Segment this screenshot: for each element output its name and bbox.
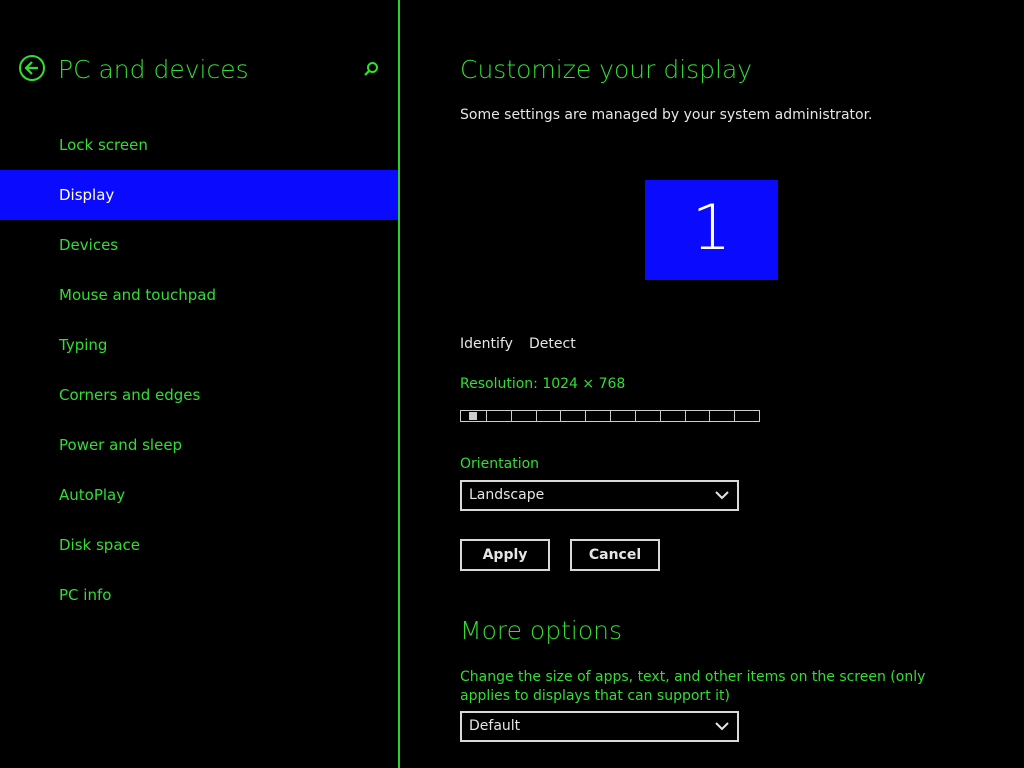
slider-tick [610, 411, 611, 421]
scale-description: Change the size of apps, text, and other… [460, 669, 926, 704]
sidebar-item-power-and-sleep[interactable]: Power and sleep [0, 420, 398, 470]
orientation-dropdown[interactable]: Landscape [460, 480, 739, 511]
slider-tick [709, 411, 710, 421]
slider-tick [511, 411, 512, 421]
sidebar-item-label: Display [59, 186, 115, 204]
sidebar-item-disk-space[interactable]: Disk space [0, 520, 398, 570]
sidebar-item-mouse-and-touchpad[interactable]: Mouse and touchpad [0, 270, 398, 320]
slider-tick [536, 411, 537, 421]
chevron-down-icon [715, 722, 729, 731]
slider-tick [486, 411, 487, 421]
orientation-value: Landscape [469, 487, 545, 503]
slider-tick [685, 411, 686, 421]
sidebar-item-label: AutoPlay [59, 486, 126, 504]
sidebar-item-label: Disk space [59, 536, 140, 554]
more-options-heading: More options [460, 616, 622, 645]
chevron-down-icon [715, 491, 729, 500]
slider-tick [560, 411, 561, 421]
sidebar-item-corners-and-edges[interactable]: Corners and edges [0, 370, 398, 420]
cancel-button[interactable]: Cancel [570, 539, 660, 571]
sidebar-item-lock-screen[interactable]: Lock screen [0, 120, 398, 170]
sidebar-item-display[interactable]: Display [0, 170, 398, 220]
scale-dropdown[interactable]: Default [460, 711, 739, 742]
search-icon[interactable] [362, 60, 380, 78]
scale-value: Default [469, 718, 521, 734]
sidebar-item-autoplay[interactable]: AutoPlay [0, 470, 398, 520]
sidebar-item-label: Corners and edges [59, 386, 201, 404]
slider-tick [635, 411, 636, 421]
slider-thumb[interactable] [469, 412, 477, 420]
slider-tick [734, 411, 735, 421]
sidebar-item-label: Power and sleep [59, 436, 183, 454]
back-arrow-icon[interactable] [19, 55, 45, 81]
apply-button[interactable]: Apply [460, 539, 550, 571]
main-content: Customize your display Some settings are… [400, 0, 1024, 768]
detect-button[interactable]: Detect [529, 336, 576, 352]
sidebar-item-pc-info[interactable]: PC info [0, 570, 398, 620]
page-title: Customize your display [460, 55, 753, 84]
sidebar-item-typing[interactable]: Typing [0, 320, 398, 370]
admin-note: Some settings are managed by your system… [460, 107, 873, 123]
resolution-label: Resolution: 1024 × 768 [460, 376, 626, 392]
sidebar: PC and devices Lock screen Display Devic… [0, 0, 400, 768]
sidebar-item-label: Mouse and touchpad [59, 286, 216, 304]
sidebar-item-label: Devices [59, 236, 119, 254]
slider-tick [585, 411, 586, 421]
sidebar-title: PC and devices [58, 55, 249, 84]
sidebar-item-label: Lock screen [59, 136, 148, 154]
sidebar-item-devices[interactable]: Devices [0, 220, 398, 270]
slider-tick [660, 411, 661, 421]
sidebar-item-label: PC info [59, 586, 112, 604]
monitor-tile[interactable]: 1 [645, 180, 778, 280]
identify-button[interactable]: Identify [460, 336, 513, 352]
orientation-label: Orientation [460, 456, 540, 472]
sidebar-item-label: Typing [59, 336, 108, 354]
resolution-slider[interactable] [460, 410, 760, 422]
